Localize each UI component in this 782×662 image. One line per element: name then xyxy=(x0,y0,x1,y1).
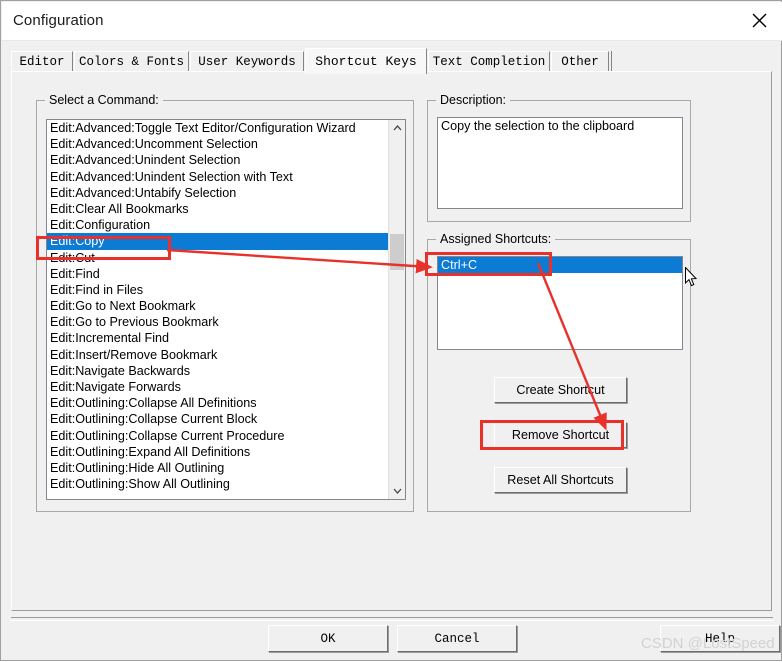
command-list-item[interactable]: Edit:Advanced:Unindent Selection with Te… xyxy=(47,169,405,185)
command-listbox[interactable]: Edit:Advanced:Toggle Text Editor/Configu… xyxy=(46,119,406,500)
tab-colors-fonts[interactable]: Colors & Fonts xyxy=(74,51,189,72)
tab-strip-end xyxy=(610,51,612,72)
bottom-separator xyxy=(11,617,773,621)
command-list-item[interactable]: Edit:Clear All Bookmarks xyxy=(47,201,405,217)
cancel-button[interactable]: Cancel xyxy=(397,625,517,652)
command-list-item[interactable]: Edit:Outlining:Hide All Outlining xyxy=(47,460,405,476)
create-shortcut-button[interactable]: Create Shortcut xyxy=(494,377,627,403)
command-list-item[interactable]: Edit:Go to Next Bookmark xyxy=(47,298,405,314)
close-glyph xyxy=(752,13,766,28)
tab-other[interactable]: Other xyxy=(551,51,609,72)
command-list-scrollbar[interactable] xyxy=(388,120,405,499)
command-list-item[interactable]: Edit:Find xyxy=(47,266,405,282)
command-list-item[interactable]: Edit:Configuration xyxy=(47,217,405,233)
command-list-item[interactable]: Edit:Outlining:Expand All Definitions xyxy=(47,444,405,460)
command-list-item[interactable]: Edit:Find in Files xyxy=(47,282,405,298)
description-text: Copy the selection to the clipboard xyxy=(441,119,635,133)
command-list-item[interactable]: Edit:Insert/Remove Bookmark xyxy=(47,347,405,363)
description-group: Description: Copy the selection to the c… xyxy=(427,93,691,222)
tab-editor[interactable]: Editor xyxy=(11,51,73,72)
command-list-item[interactable]: Edit:Advanced:Toggle Text Editor/Configu… xyxy=(47,120,405,136)
tab-shortcut-keys[interactable]: Shortcut Keys xyxy=(305,48,427,74)
tab-user-keywords[interactable]: User Keywords xyxy=(190,51,304,72)
command-list-item[interactable]: Edit:Outlining:Collapse Current Procedur… xyxy=(47,428,405,444)
command-list-item[interactable]: Edit:Outlining:Collapse Current Block xyxy=(47,411,405,427)
help-button[interactable]: Help xyxy=(660,625,780,652)
command-list-item[interactable]: Edit:Advanced:Unindent Selection xyxy=(47,152,405,168)
shortcut-list-item[interactable]: Ctrl+C xyxy=(438,257,682,274)
scroll-thumb[interactable] xyxy=(390,234,404,270)
tab-text-completion[interactable]: Text Completion xyxy=(428,51,550,72)
remove-shortcut-button[interactable]: Remove Shortcut xyxy=(494,422,627,448)
command-list-item[interactable]: Edit:Advanced:Untabify Selection xyxy=(47,185,405,201)
command-list-item[interactable]: Edit:Outlining:Show All Outlining xyxy=(47,476,405,492)
tab-strip: Editor Colors & Fonts User Keywords Shor… xyxy=(11,48,773,74)
select-command-group: Select a Command: Edit:Advanced:Toggle T… xyxy=(36,93,414,512)
description-box: Copy the selection to the clipboard xyxy=(437,117,683,209)
assigned-shortcuts-legend: Assigned Shortcuts: xyxy=(436,232,556,246)
close-icon[interactable] xyxy=(736,2,782,39)
command-list-items: Edit:Advanced:Toggle Text Editor/Configu… xyxy=(47,120,405,492)
reset-all-shortcuts-button[interactable]: Reset All Shortcuts xyxy=(494,467,627,493)
select-command-legend: Select a Command: xyxy=(45,93,163,107)
command-list-item[interactable]: Edit:Cut xyxy=(47,250,405,266)
command-list-item[interactable]: Edit:Outlining:Collapse All Definitions xyxy=(47,395,405,411)
assigned-shortcuts-group: Assigned Shortcuts: Ctrl+C Create Shortc… xyxy=(427,232,691,512)
command-list-item[interactable]: Edit:Advanced:Uncomment Selection xyxy=(47,136,405,152)
shortcuts-listbox[interactable]: Ctrl+C xyxy=(437,256,683,350)
chevron-up-icon[interactable] xyxy=(389,120,405,136)
ok-button[interactable]: OK xyxy=(268,625,388,652)
command-list-item[interactable]: Edit:Navigate Backwards xyxy=(47,363,405,379)
window-title: Configuration xyxy=(13,12,104,29)
command-list-item[interactable]: Edit:Go to Previous Bookmark xyxy=(47,314,405,330)
command-list-item[interactable]: Edit:Navigate Forwards xyxy=(47,379,405,395)
description-legend: Description: xyxy=(436,93,510,107)
chevron-down-icon[interactable] xyxy=(389,483,405,499)
configuration-dialog: Configuration Editor Colors & Fonts User… xyxy=(0,0,782,661)
command-list-item[interactable]: Edit:Copy xyxy=(47,233,405,250)
title-bar: Configuration xyxy=(2,2,782,41)
tab-page-shortcut-keys: Select a Command: Edit:Advanced:Toggle T… xyxy=(11,71,772,611)
command-list-item[interactable]: Edit:Incremental Find xyxy=(47,330,405,346)
